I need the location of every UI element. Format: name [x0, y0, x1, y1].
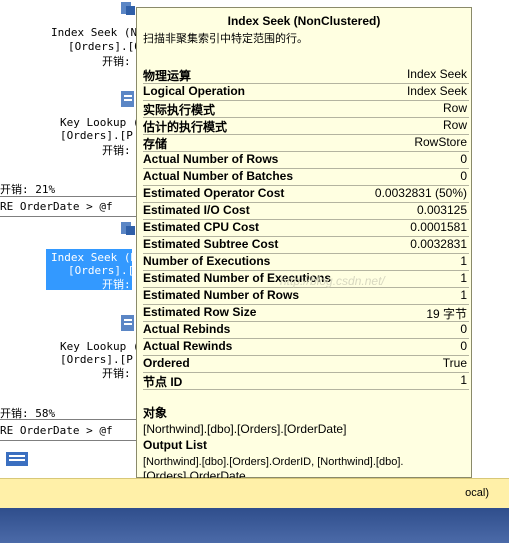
tooltip-property-row: 存储 RowStore	[143, 134, 469, 152]
property-label: Actual Rebinds	[143, 322, 231, 336]
property-label: Estimated Operator Cost	[143, 186, 285, 200]
property-value: 1	[460, 271, 467, 285]
property-label: Actual Rewinds	[143, 339, 233, 353]
op4-line1[interactable]: Key Lookup (	[60, 340, 139, 353]
property-label: 节点 ID	[143, 375, 183, 389]
object-text: [Northwind].[dbo].[Orders].[OrderDate]	[143, 422, 347, 436]
tooltip-property-row: Actual Rewinds 0	[143, 338, 469, 356]
tooltip-property-row: Estimated I/O Cost 0.003125	[143, 202, 469, 220]
tooltip-property-row: 实际执行模式 Row	[143, 100, 469, 118]
property-label: Estimated I/O Cost	[143, 203, 250, 217]
property-label: Estimated Subtree Cost	[143, 237, 279, 251]
property-value: 0	[460, 169, 467, 183]
query2-where: RE OrderDate > @f	[0, 424, 113, 437]
property-value: RowStore	[414, 135, 467, 149]
op1-line2: [Orders].[O	[68, 40, 141, 53]
key-lookup-icon[interactable]	[120, 90, 136, 108]
property-label: Estimated CPU Cost	[143, 220, 260, 234]
property-label: Estimated Row Size	[143, 305, 257, 319]
property-value: Row	[442, 118, 467, 132]
property-label: 物理运算	[143, 69, 192, 83]
tooltip-property-row: Estimated Row Size 19 字节	[143, 304, 469, 322]
op1-line3: 开销:	[102, 55, 131, 68]
op4-line3: 开销:	[102, 367, 131, 380]
property-value: 0	[460, 322, 467, 336]
property-value: 0	[460, 339, 467, 353]
index-seek-icon[interactable]	[120, 0, 136, 18]
property-value: 0.0001581	[410, 220, 467, 234]
tooltip-property-row: Ordered True	[143, 355, 469, 373]
status-bar: ocal)	[0, 478, 509, 509]
tooltip-property-row: Estimated Number of Rows 1	[143, 287, 469, 305]
tooltip-property-row: Number of Executions 1	[143, 253, 469, 271]
property-label: Ordered	[143, 356, 190, 370]
selected-index-seek-node[interactable]: Index Seek (N [Orders].[O 开销:	[46, 249, 141, 291]
property-label: 估计的执行模式	[143, 120, 228, 134]
op2-line3: 开销:	[102, 144, 131, 157]
property-label: 存储	[143, 137, 168, 151]
property-value: 0	[460, 152, 467, 166]
property-label: Actual Number of Rows	[143, 152, 279, 166]
query-separator	[0, 196, 136, 197]
property-label: Estimated Number of Rows	[143, 288, 300, 302]
query1-cost: 开销: 21%	[0, 183, 56, 196]
property-value: 0.003125	[416, 203, 467, 217]
op3-line1: Index Seek (N	[51, 251, 138, 264]
property-label: Logical Operation	[143, 84, 246, 98]
property-label: Number of Executions	[143, 254, 271, 268]
tooltip-property-row: Estimated Subtree Cost 0.0032831	[143, 236, 469, 254]
op1-line1[interactable]: Index Seek (N	[51, 26, 137, 39]
bottom-bar	[0, 508, 509, 543]
property-label: Actual Number of Batches	[143, 169, 294, 183]
property-value: 1	[460, 254, 467, 268]
op2-line2: [Orders].[P	[60, 129, 133, 142]
query-separator	[0, 419, 136, 420]
output-list-title: Output List	[143, 438, 207, 452]
query1-where: RE OrderDate > @f	[0, 200, 113, 213]
property-value: 1	[460, 288, 467, 302]
tooltip-property-row: Actual Number of Batches 0	[143, 168, 469, 186]
select-icon[interactable]	[4, 448, 32, 470]
tooltip-property-row: Logical Operation Index Seek	[143, 83, 469, 101]
tooltip-property-row: Actual Number of Rows 0	[143, 151, 469, 169]
op2-line1[interactable]: Key Lookup (	[60, 116, 139, 129]
watermark: http://blog.csdn.net/	[280, 274, 385, 288]
tooltip-title: Index Seek (NonClustered)	[227, 14, 381, 28]
query-separator	[0, 216, 136, 217]
op3-line3: 开销:	[102, 278, 131, 291]
property-value: 0.0032831	[410, 237, 467, 251]
index-seek-icon[interactable]	[120, 220, 136, 238]
key-lookup-icon[interactable]	[120, 314, 136, 332]
property-value: 19 字节	[426, 307, 467, 321]
property-value: Row	[442, 101, 467, 115]
property-value: Index Seek	[406, 67, 467, 81]
property-label: 实际执行模式	[143, 103, 216, 117]
property-value: 1	[460, 373, 467, 387]
tooltip-property-row: 物理运算 Index Seek	[143, 66, 469, 84]
property-value: Index Seek	[406, 84, 467, 98]
tooltip-property-row: Actual Rebinds 0	[143, 321, 469, 339]
property-value: 0.0032831 (50%)	[374, 186, 467, 200]
tooltip-property-row: Estimated Operator Cost 0.0032831 (50%)	[143, 185, 469, 203]
object-title: 对象	[143, 406, 168, 420]
status-text: ocal)	[465, 487, 489, 499]
tooltip-property-row: 估计的执行模式 Row	[143, 117, 469, 135]
tooltip-property-row: Estimated CPU Cost 0.0001581	[143, 219, 469, 237]
operator-tooltip: Index Seek (NonClustered) 扫描非聚集索引中特定范围的行…	[136, 7, 472, 483]
tooltip-property-row: 节点 ID 1	[143, 372, 469, 390]
property-value: True	[442, 356, 467, 370]
query-separator	[0, 440, 136, 441]
tooltip-description: 扫描非聚集索引中特定范围的行。	[143, 33, 308, 45]
